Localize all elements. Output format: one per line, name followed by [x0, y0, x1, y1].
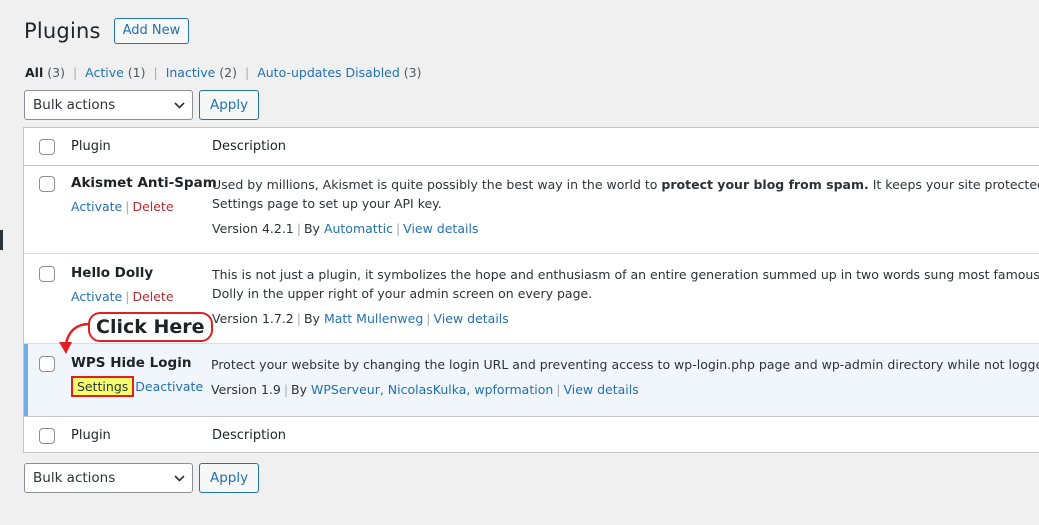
delete-link[interactable]: Delete	[132, 289, 173, 304]
bulk-actions-bottom: Bulk actions Apply	[24, 463, 260, 493]
plugins-table: Plugin Description Akismet Anti-Spam Act…	[23, 127, 1039, 453]
chevron-down-icon	[174, 473, 185, 483]
bulk-actions-select-bottom[interactable]: Bulk actions	[24, 463, 193, 493]
plugin-name: Akismet Anti-Spam	[71, 175, 217, 191]
page-title: Plugins	[24, 19, 101, 43]
activate-link[interactable]: Activate	[71, 289, 122, 304]
table-header: Plugin Description	[24, 128, 1039, 166]
filter-inactive[interactable]: Inactive	[166, 65, 216, 80]
plugin-description: Used by millions, Akismet is quite possi…	[212, 177, 1039, 192]
plugin-description-line2: Settings page to set up your API key.	[212, 196, 442, 211]
plugin-checkbox[interactable]	[39, 266, 55, 282]
settings-link[interactable]: Settings	[71, 376, 135, 397]
apply-button-bottom[interactable]: Apply	[199, 463, 260, 493]
view-details-link[interactable]: View details	[403, 221, 478, 236]
status-filter-links: All (3) | Active (1) | Inactive (2) | Au…	[25, 65, 422, 80]
filter-all[interactable]: All	[25, 65, 43, 80]
plugin-meta: Version 1.9 | By WPServeur, NicolasKulka, …	[211, 382, 639, 397]
admin-menu-edge	[0, 230, 3, 250]
plugin-meta: Version 1.7.2 | By Matt Mullenweg | View det…	[212, 311, 509, 326]
plugin-meta: Version 4.2.1 | By Automattic | View details	[212, 221, 479, 236]
deactivate-link[interactable]: Deactivate	[135, 379, 203, 394]
chevron-down-icon	[174, 100, 185, 110]
select-all-checkbox-footer[interactable]	[39, 428, 55, 444]
view-details-link[interactable]: View details	[563, 382, 638, 397]
table-row-active: WPS Hide Login Settings Deactivate Protec…	[24, 344, 1039, 416]
filter-active[interactable]: Active	[85, 65, 124, 80]
add-new-button[interactable]: Add New	[113, 18, 190, 44]
bulk-actions-top: Bulk actions Apply	[24, 90, 260, 120]
author-link[interactable]: Matt Mullenweg	[324, 311, 423, 326]
activate-link[interactable]: Activate	[71, 199, 122, 214]
column-plugin-footer[interactable]: Plugin	[71, 428, 111, 443]
delete-link[interactable]: Delete	[132, 199, 173, 214]
plugin-description: This is not just a plugin, it symbolizes…	[212, 267, 1039, 282]
plugin-description: Protect your website by changing the log…	[211, 357, 1039, 372]
callout-arrow-icon	[59, 322, 90, 354]
filter-auto-updates-disabled[interactable]: Auto-updates Disabled	[257, 65, 400, 80]
column-description: Description	[212, 139, 287, 154]
plugin-name: Hello Dolly	[71, 265, 154, 281]
select-all-checkbox[interactable]	[39, 139, 55, 155]
bulk-actions-select[interactable]: Bulk actions	[24, 90, 193, 120]
click-here-callout: Click Here	[88, 312, 213, 342]
author-link[interactable]: Automattic	[324, 221, 393, 236]
table-row: Akismet Anti-Spam Activate | Delete Used b…	[24, 166, 1039, 254]
table-footer: Plugin Description	[24, 416, 1039, 454]
plugin-description-line2: Dolly in the upper right of your admin s…	[212, 286, 593, 301]
column-plugin[interactable]: Plugin	[71, 139, 111, 154]
plugin-checkbox[interactable]	[39, 176, 55, 192]
column-description-footer: Description	[212, 428, 287, 443]
author-link[interactable]: WPServeur, NicolasKulka, wpformation	[311, 382, 553, 397]
page-header: Plugins Add New	[24, 18, 190, 44]
apply-button[interactable]: Apply	[199, 90, 260, 120]
view-details-link[interactable]: View details	[434, 311, 509, 326]
